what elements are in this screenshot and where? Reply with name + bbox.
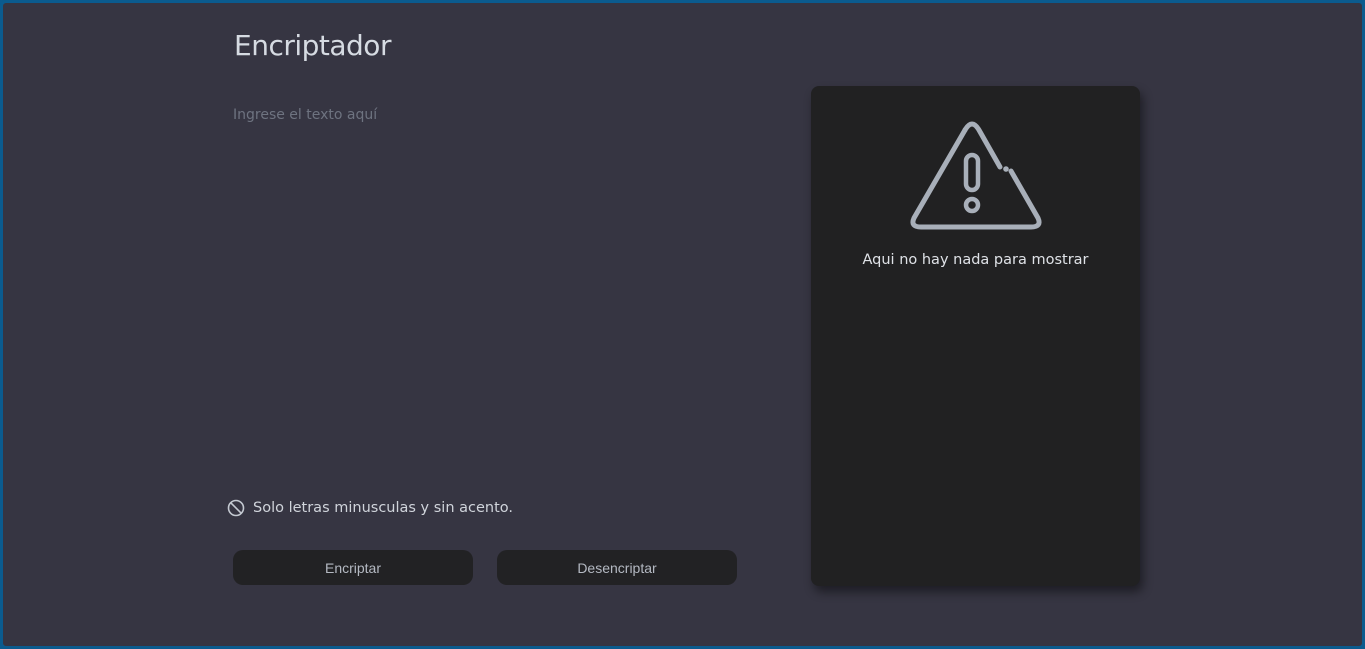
output-panel: Aqui no hay nada para mostrar bbox=[811, 86, 1140, 586]
prohibited-icon bbox=[227, 499, 245, 517]
encrypt-button[interactable]: Encriptar bbox=[233, 550, 473, 585]
input-hint: Solo letras minusculas y sin acento. bbox=[227, 499, 513, 517]
text-input[interactable] bbox=[233, 107, 753, 477]
hint-text: Solo letras minusculas y sin acento. bbox=[253, 500, 514, 516]
page-title: Encriptador bbox=[234, 29, 391, 62]
decrypt-button[interactable]: Desencriptar bbox=[497, 550, 737, 585]
warning-icon bbox=[909, 116, 1043, 234]
app-window: Encriptador Solo letras minusculas y sin… bbox=[0, 0, 1365, 649]
empty-output-message: Aqui no hay nada para mostrar bbox=[862, 252, 1089, 268]
